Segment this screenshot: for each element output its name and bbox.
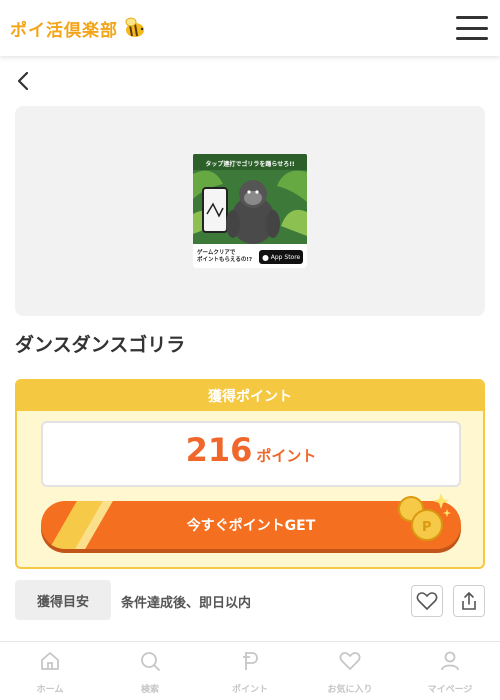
favorite-button[interactable] bbox=[411, 585, 443, 617]
app-header: ポイ活倶楽部 bbox=[0, 0, 500, 56]
menu-line bbox=[456, 26, 488, 30]
offer-title: ダンスダンスゴリラ bbox=[15, 334, 186, 356]
banner-caption: タップ連打でゴリラを踊らせろ!! bbox=[205, 161, 295, 168]
nav-label-favorites: お気に入り bbox=[327, 685, 373, 695]
app-store-label: App Store bbox=[270, 253, 301, 261]
nav-label-mypage: マイページ bbox=[427, 685, 473, 695]
get-points-label: 今すぐポイントGET bbox=[186, 518, 316, 534]
points-box: 獲得ポイント 216 ポイント 今すぐポイントGET P bbox=[15, 379, 485, 569]
logo-text: ポイ活倶楽部 bbox=[10, 20, 118, 41]
estimate-label: 獲得目安 bbox=[15, 580, 111, 620]
search-icon bbox=[141, 652, 160, 671]
points-value: 216 bbox=[185, 431, 253, 469]
menu-line bbox=[456, 37, 488, 40]
nav-item-search[interactable]: 検索 bbox=[100, 642, 200, 700]
home-icon bbox=[41, 652, 59, 670]
nav-label-point: ポイント bbox=[231, 685, 268, 695]
heart-icon bbox=[339, 652, 361, 671]
chevron-left-icon[interactable] bbox=[14, 70, 34, 92]
offer-image-area: タップ連打でゴリラを踊らせろ!! ゲームクリアで ポイントもらえるの!? App… bbox=[15, 106, 485, 316]
apple-icon bbox=[262, 255, 269, 261]
offer-banner-image[interactable]: タップ連打でゴリラを踊らせろ!! ゲームクリアで ポイントもらえるの!? App… bbox=[193, 154, 307, 268]
svg-text:P: P bbox=[422, 520, 432, 535]
hamburger-menu-icon[interactable] bbox=[456, 16, 488, 40]
app-store-badge: App Store bbox=[259, 250, 303, 264]
bee-icon bbox=[125, 17, 144, 37]
banner-bottom-line-1: ゲームクリアで bbox=[197, 250, 236, 256]
nav-label-home: ホーム bbox=[36, 685, 64, 695]
logo[interactable]: ポイ活倶楽部 bbox=[10, 16, 146, 41]
menu-line bbox=[456, 16, 488, 19]
share-icon bbox=[462, 592, 476, 610]
nav-item-home[interactable]: ホーム bbox=[0, 642, 100, 700]
points-unit: ポイント bbox=[256, 447, 317, 465]
banner-bottom-line-2: ポイントもらえるの!? bbox=[197, 257, 253, 263]
nav-item-favorites[interactable]: お気に入り bbox=[300, 642, 400, 700]
points-display: 216 ポイント bbox=[41, 421, 461, 487]
point-icon bbox=[243, 652, 258, 670]
bottom-nav: ホーム 検索 ポイント お気に入り マイページ bbox=[0, 641, 500, 700]
nav-item-point[interactable]: ポイント bbox=[200, 642, 300, 700]
user-icon bbox=[441, 651, 459, 671]
share-button[interactable] bbox=[453, 585, 485, 617]
nav-item-mypage[interactable]: マイページ bbox=[400, 642, 500, 700]
heart-icon bbox=[416, 592, 438, 611]
nav-label-search: 検索 bbox=[140, 685, 159, 695]
points-header: 獲得ポイント bbox=[17, 381, 483, 411]
banner-bottom-text: ゲームクリアで ポイントもらえるの!? bbox=[197, 250, 259, 264]
coins-icon: P bbox=[398, 493, 451, 541]
estimate-value: 条件達成後、即日以内 bbox=[121, 596, 252, 611]
